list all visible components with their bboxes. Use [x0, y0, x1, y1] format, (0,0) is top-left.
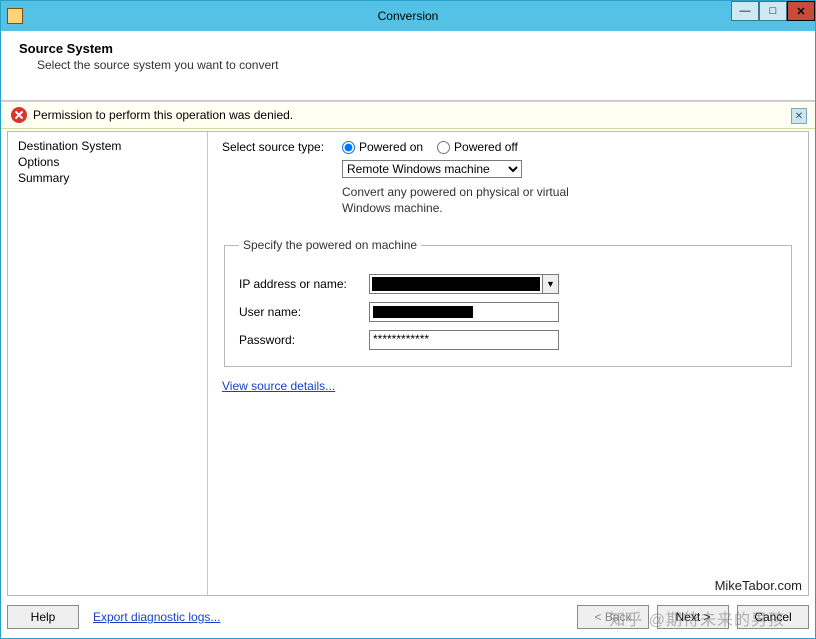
source-type-dropdown[interactable]: Remote Windows machine — [342, 160, 522, 178]
page-title: Source System — [19, 41, 797, 56]
page-subtitle: Select the source system you want to con… — [37, 58, 797, 72]
password-value: ************ — [373, 332, 429, 346]
dismiss-notification-button[interactable]: ✕ — [791, 108, 807, 124]
watermark: MikeTabor.com — [715, 578, 802, 593]
specify-machine-legend: Specify the powered on machine — [239, 238, 421, 252]
button-bar: Help Export diagnostic logs... < Back Ne… — [7, 602, 809, 632]
specify-machine-fieldset: Specify the powered on machine IP addres… — [224, 238, 792, 367]
ip-address-combo[interactable]: ▼ — [369, 274, 559, 294]
radio-powered-off[interactable]: Powered off — [437, 140, 518, 154]
notification-message: Permission to perform this operation was… — [33, 108, 293, 122]
step-destination-system[interactable]: Destination System — [18, 138, 197, 154]
close-button[interactable]: ✕ — [787, 1, 815, 21]
radio-powered-off-input[interactable] — [437, 141, 450, 154]
cancel-button[interactable]: Cancel — [737, 605, 809, 629]
minimize-button[interactable]: — — [731, 1, 759, 21]
content-panel: Select source type: Powered on Powered o… — [208, 132, 808, 595]
app-icon — [7, 8, 23, 24]
titlebar: Conversion — □ ✕ — [1, 1, 815, 31]
ip-label: IP address or name: — [239, 277, 369, 291]
username-label: User name: — [239, 305, 369, 319]
back-button[interactable]: < Back — [577, 605, 649, 629]
help-button[interactable]: Help — [7, 605, 79, 629]
source-type-hint: Convert any powered on physical or virtu… — [342, 184, 602, 216]
maximize-button[interactable]: □ — [759, 1, 787, 21]
window-title: Conversion — [1, 9, 815, 23]
ip-address-value — [372, 277, 540, 291]
step-summary[interactable]: Summary — [18, 170, 197, 186]
radio-powered-on[interactable]: Powered on — [342, 140, 423, 154]
step-options[interactable]: Options — [18, 154, 197, 170]
username-value — [373, 306, 473, 318]
view-source-details-link[interactable]: View source details... — [222, 379, 335, 393]
window-controls: — □ ✕ — [731, 1, 815, 21]
password-label: Password: — [239, 333, 369, 347]
wizard-header: Source System Select the source system y… — [1, 31, 815, 101]
source-type-label: Select source type: — [222, 140, 342, 154]
export-diagnostic-logs-link[interactable]: Export diagnostic logs... — [93, 610, 220, 624]
source-type-radio-group: Powered on Powered off — [342, 140, 518, 154]
password-input[interactable]: ************ — [369, 330, 559, 350]
steps-sidebar: Destination System Options Summary — [8, 132, 208, 595]
error-icon — [11, 107, 27, 123]
wizard-body: Destination System Options Summary Selec… — [7, 131, 809, 596]
username-input[interactable] — [369, 302, 559, 322]
radio-powered-on-label: Powered on — [359, 140, 423, 154]
next-button[interactable]: Next > — [657, 605, 729, 629]
chevron-down-icon[interactable]: ▼ — [542, 275, 558, 293]
notification-bar: Permission to perform this operation was… — [1, 101, 815, 129]
radio-powered-on-input[interactable] — [342, 141, 355, 154]
radio-powered-off-label: Powered off — [454, 140, 518, 154]
